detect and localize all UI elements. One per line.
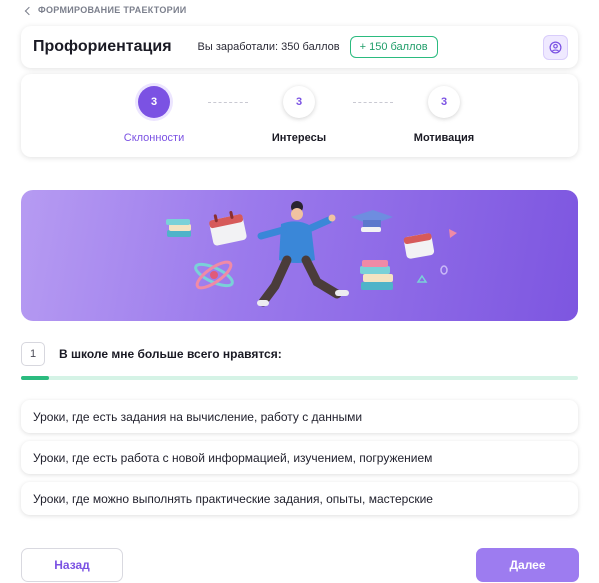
step-label: Интересы: [271, 132, 327, 144]
chevron-left-icon: [24, 6, 34, 15]
calendar-icon: [403, 233, 435, 259]
calendar-icon: [209, 211, 247, 246]
stepper: 3 Склонности 3 Интересы 3 Мотивация: [21, 74, 578, 157]
ring-decoration: [440, 265, 448, 275]
step-number: 3: [138, 86, 170, 118]
step-connector: [353, 102, 393, 103]
step-connector: [208, 102, 248, 103]
step-motivation[interactable]: 3 Мотивация: [389, 86, 499, 144]
step-label: Мотивация: [413, 132, 475, 144]
next-button[interactable]: Далее: [476, 548, 579, 582]
graduation-cap-icon: [351, 210, 393, 232]
breadcrumb-label: ФОРМИРОВАНИЕ ТРАЕКТОРИИ: [38, 5, 187, 15]
student-figure: [257, 201, 349, 307]
bonus-badge: + 150 баллов: [349, 36, 438, 58]
step-number: 3: [428, 86, 460, 118]
step-interests[interactable]: 3 Интересы: [244, 86, 354, 144]
step-number: 3: [283, 86, 315, 118]
step-inclinations[interactable]: 3 Склонности: [99, 86, 209, 144]
breadcrumb-back-link[interactable]: ФОРМИРОВАНИЕ ТРАЕКТОРИИ: [24, 3, 187, 17]
answer-option[interactable]: Уроки, где есть работа с новой информаци…: [21, 441, 578, 474]
books-stack-icon: [166, 219, 191, 237]
question-progress-bar: [21, 376, 578, 380]
answer-option[interactable]: Уроки, где можно выполнять практические …: [21, 482, 578, 515]
earned-points: Вы заработали: 350 баллов: [197, 41, 340, 53]
progress-fill: [21, 376, 49, 380]
question-text: В школе мне больше всего нравятся:: [59, 347, 282, 361]
banner-illustration: [166, 201, 457, 307]
user-circle-icon: [549, 41, 562, 53]
page: ФОРМИРОВАНИЕ ТРАЕКТОРИИ Профориентация В…: [0, 0, 599, 583]
books-stack-icon: [360, 260, 393, 290]
question-number: 1: [21, 342, 45, 366]
atom-icon: [194, 260, 234, 290]
triangle-decoration: [449, 229, 457, 238]
answer-option[interactable]: Уроки, где есть задания на вычисление, р…: [21, 400, 578, 433]
question-header: 1 В школе мне больше всего нравятся:: [21, 342, 282, 366]
triangle-decoration: [416, 274, 428, 283]
page-title: Профориентация: [33, 38, 172, 55]
back-button[interactable]: Назад: [21, 548, 123, 582]
header-bar: Профориентация Вы заработали: 350 баллов…: [21, 26, 578, 68]
step-label: Склонности: [123, 132, 185, 144]
hero-banner: [21, 190, 578, 321]
profile-button[interactable]: [543, 34, 568, 60]
